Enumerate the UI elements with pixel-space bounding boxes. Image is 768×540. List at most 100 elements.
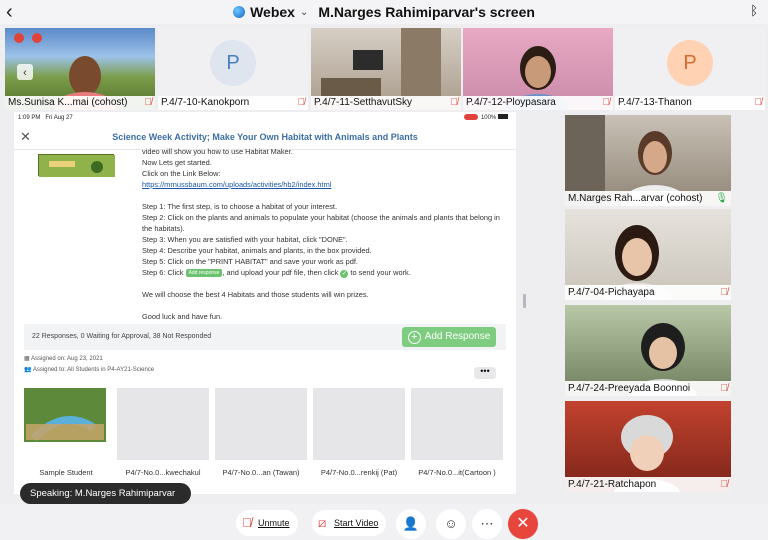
unmute-button[interactable]: 🎙̸ Unmute xyxy=(236,510,298,536)
submission-label: P4/7-No.0...kwechakul xyxy=(125,468,201,477)
instruction-line: video will show you how to use Habitat M… xyxy=(142,147,293,156)
more-options-button[interactable]: ••• xyxy=(474,367,496,379)
participant-tile[interactable]: P.4/7-21-Ratchapon 🎙̸ xyxy=(565,401,731,492)
step-5: Step 5: Click on the "PRINT HABITAT" and… xyxy=(142,257,358,266)
add-response-badge: Add response xyxy=(185,269,223,277)
participant-tile[interactable]: M.Narges Rah...arvar (cohost) 🎙 xyxy=(565,115,731,206)
instructions-text: video will show you how to use Habitat M… xyxy=(142,146,502,322)
activity-thumbnail xyxy=(38,154,115,177)
reactions-button[interactable]: ☺ xyxy=(436,509,466,539)
step-3: Step 3: When you are satisfied with your… xyxy=(142,235,348,244)
submissions-grid: Sample Student P4/7-No.0...kwechakul P4/… xyxy=(24,388,516,494)
battery-level: 100% xyxy=(480,115,497,121)
calendar-icon: ▦ xyxy=(24,356,30,362)
mic-muted-icon: 🎙̸ xyxy=(720,479,729,490)
instruction-line: Click on the Link Below: xyxy=(142,169,221,178)
leave-meeting-button[interactable]: ✕ xyxy=(508,509,538,539)
habitat-image xyxy=(24,388,106,442)
habitat-maker-link[interactable]: https://mrnussbaum.com/uploads/activitie… xyxy=(142,180,331,189)
check-icon: ✓ xyxy=(340,270,349,278)
assigned-on: Assigned on: Aug 23, 2021 xyxy=(31,356,103,362)
participants-button[interactable]: 👤 xyxy=(396,509,426,539)
prize-note: We will choose the best 4 Habitats and t… xyxy=(142,290,369,299)
chevron-down-icon[interactable]: ⌄ xyxy=(300,7,308,18)
mic-muted-icon: 🎙̸ xyxy=(450,97,459,108)
step-6-text: Step 6: Click xyxy=(142,268,184,277)
mic-active-icon: 🎙 xyxy=(715,193,728,204)
step-4: Step 4: Describe your habitat, animals a… xyxy=(142,246,372,255)
svg-text:‹: ‹ xyxy=(23,67,27,79)
smiley-icon: ☺ xyxy=(444,516,458,531)
recording-indicator-icon xyxy=(463,114,478,120)
avatar: P xyxy=(210,40,256,86)
mic-muted-icon: 🎙̸ xyxy=(144,97,153,108)
mic-muted-icon: 🎙̸ xyxy=(602,97,611,108)
mic-muted-icon: 🎙̸ xyxy=(720,383,729,394)
participant-tile[interactable]: P.4/7-04-Pichayapa 🎙̸ xyxy=(565,209,731,300)
close-icon[interactable]: ✕ xyxy=(20,124,31,150)
participant-name: P.4/7-10-Kanokporn xyxy=(158,96,308,110)
mic-muted-icon: 🎙̸ xyxy=(297,97,306,108)
window-title: M.Narges Rahimiparvar's screen xyxy=(318,4,535,20)
status-time: 1:09 PM xyxy=(18,115,41,121)
start-video-button[interactable]: ⧄ Start Video xyxy=(312,510,387,536)
participant-name: P.4/7-12-Ploypasara xyxy=(463,96,613,110)
participant-name: M.Narges Rah...arvar (cohost) xyxy=(565,191,731,206)
activity-title: Science Week Activity; Make Your Own Hab… xyxy=(112,132,418,142)
participant-tile[interactable]: P P.4/7-13-Thanon 🎙̸ xyxy=(615,28,765,110)
participant-name: P.4/7-13-Thanon xyxy=(615,96,765,110)
bluetooth-icon: ᛒ xyxy=(750,3,758,18)
users-icon: 👥 xyxy=(24,367,32,373)
step-6-text: , and upload your pdf file, then click xyxy=(222,268,339,277)
participant-name: Ms.Sunisa K...mai (cohost) xyxy=(5,96,155,110)
back-chevron-icon[interactable]: ‹ xyxy=(6,1,13,24)
step-6: Step 6: Click Add response, and upload y… xyxy=(142,267,502,278)
webex-logo-icon xyxy=(233,6,246,18)
participant-name: P.4/7-04-Pichayapa xyxy=(565,285,731,300)
unmute-label: Unmute xyxy=(258,518,290,528)
more-button[interactable]: ⋯ xyxy=(472,509,502,539)
add-response-label: Add Response xyxy=(424,331,491,342)
submission-thumbnail[interactable] xyxy=(117,388,209,460)
participant-name: P.4/7-11-SetthavutSky xyxy=(311,96,461,110)
assigned-to: Assigned to: All Students in P4-AY21-Sci… xyxy=(32,367,155,373)
closing-note: Good luck and have fun. xyxy=(142,312,223,321)
mic-muted-icon: 🎙̸ xyxy=(242,515,252,530)
assignment-info: ▦ Assigned on: Aug 23, 2021 👥 Assigned t… xyxy=(24,354,154,376)
participant-tile[interactable]: P P.4/7-10-Kanokporn 🎙̸ xyxy=(158,28,308,110)
habitat-image xyxy=(39,155,115,177)
step-6-text: to send your work. xyxy=(350,268,411,277)
video-off-icon: ⧄ xyxy=(318,515,327,530)
mic-muted-icon: 🎙̸ xyxy=(720,287,729,298)
submission-label: P4/7-No.0...it(Cartoon ) xyxy=(418,468,496,477)
participant-tile[interactable]: P.4/7-24-Preeyada Boonnoi 🎙̸ xyxy=(565,305,731,396)
responses-summary: 22 Responses, 0 Waiting for Approval, 38… xyxy=(32,333,212,340)
plus-icon: + xyxy=(407,331,421,344)
submission-thumbnail[interactable] xyxy=(215,388,307,460)
title-bar: ‹ Webex ⌄ M.Narges Rahimiparvar's screen… xyxy=(0,0,768,24)
participant-tile[interactable]: ‹ Ms.Sunisa K...mai (cohost) 🎙̸ xyxy=(5,28,155,110)
participant-name: P.4/7-24-Preeyada Boonnoi xyxy=(565,381,731,396)
participant-tile[interactable]: P.4/7-12-Ploypasara 🎙̸ xyxy=(463,28,613,110)
participant-tile[interactable]: P.4/7-11-SetthavutSky 🎙̸ xyxy=(311,28,461,110)
battery-icon xyxy=(498,114,508,119)
submission-thumbnail[interactable] xyxy=(411,388,503,460)
submission-thumbnail[interactable] xyxy=(24,388,106,442)
meeting-controls: 🎙̸ Unmute ⧄ Start Video 👤 ☺ ⋯ ✕ xyxy=(0,504,768,540)
device-status-bar: 1:09 PM Fri Aug 27 100% xyxy=(14,112,516,124)
responses-bar: 22 Responses, 0 Waiting for Approval, 38… xyxy=(24,324,506,350)
participant-name: P.4/7-21-Ratchapon xyxy=(565,477,731,492)
more-dots-icon: ⋯ xyxy=(480,516,494,531)
submission-thumbnail[interactable] xyxy=(313,388,405,460)
instruction-line: Now Lets get started. xyxy=(142,158,212,167)
status-date: Fri Aug 27 xyxy=(45,115,73,121)
participants-icon: 👤 xyxy=(402,516,420,531)
step-2: Step 2: Click on the plants and animals … xyxy=(142,213,500,233)
app-name[interactable]: Webex xyxy=(250,4,295,20)
add-response-button[interactable]: + Add Response xyxy=(402,327,496,347)
resize-handle[interactable] xyxy=(523,294,526,308)
avatar: P xyxy=(667,40,713,86)
shared-screen[interactable]: 1:09 PM Fri Aug 27 100% ✕ Science Week A… xyxy=(14,112,516,494)
submission-label: Sample Student xyxy=(39,468,93,477)
submission-label: P4/7-No.0...renkij (Pat) xyxy=(320,468,398,477)
